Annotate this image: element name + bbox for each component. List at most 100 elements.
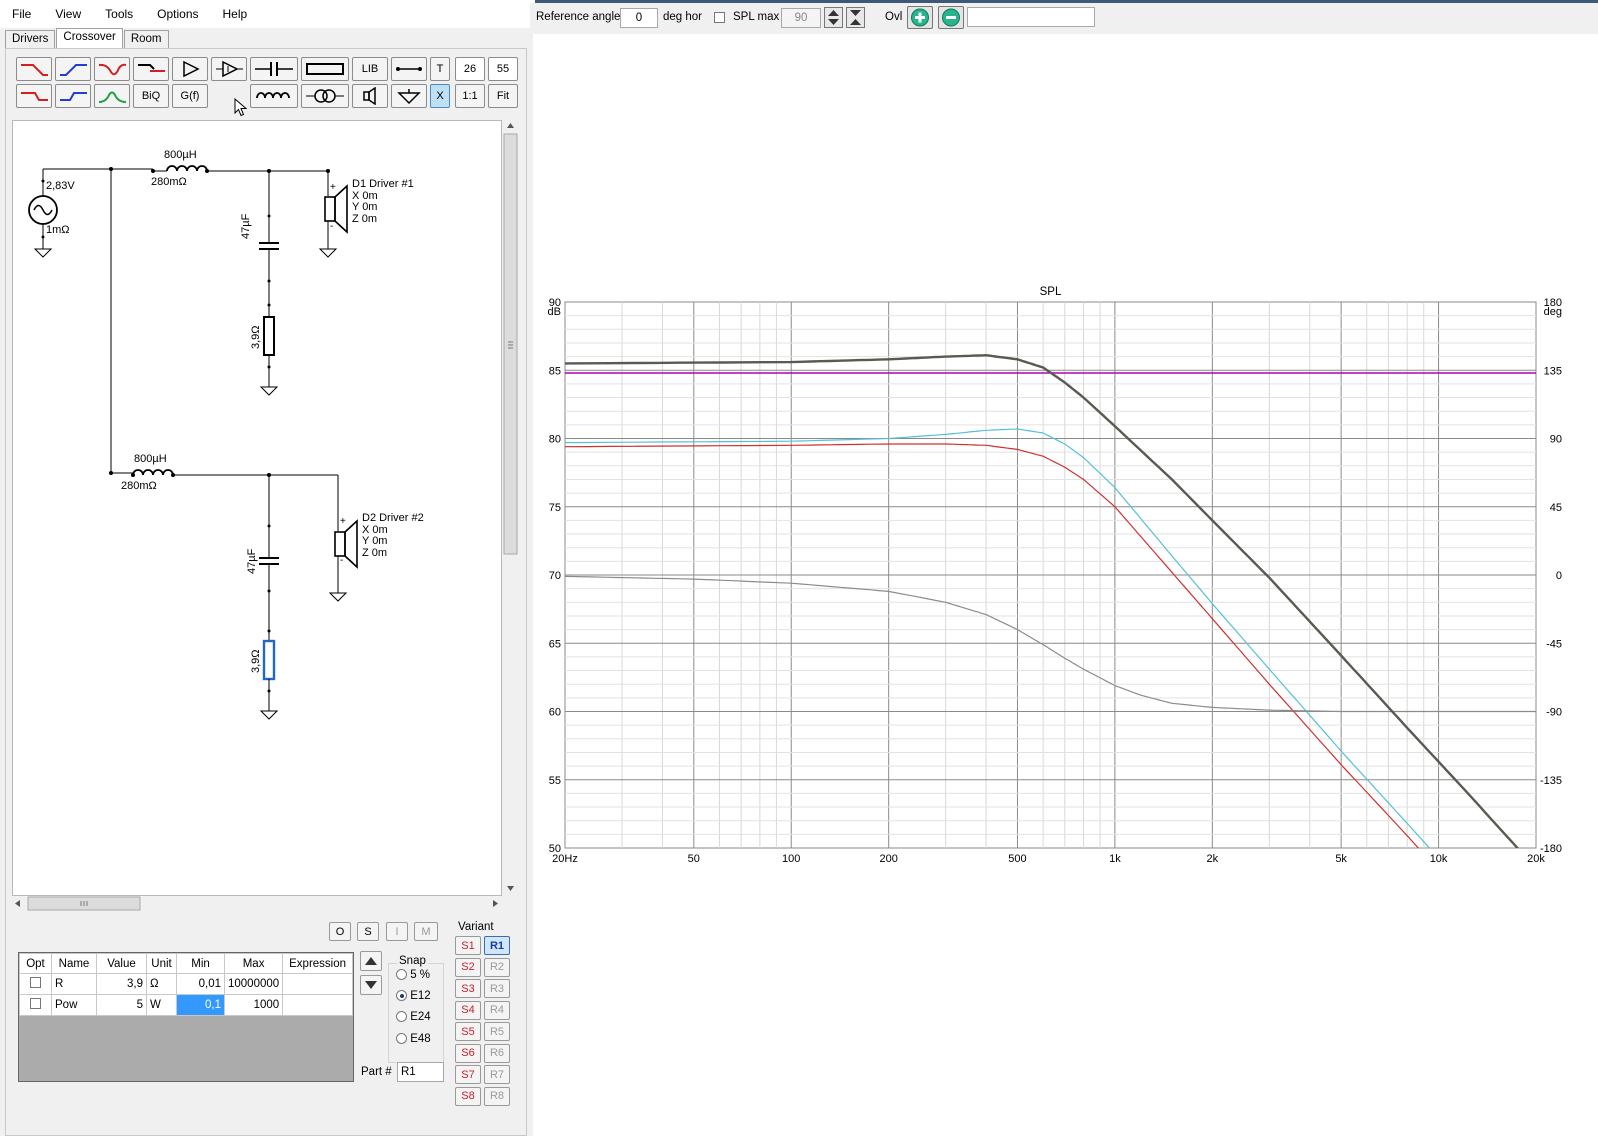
variant-r6-button[interactable]: R6 <box>484 1043 510 1063</box>
radio-button[interactable] <box>396 1011 407 1023</box>
variant-r2-button[interactable]: R2 <box>484 957 510 977</box>
menu-help[interactable]: Help <box>211 7 260 21</box>
mode-m-button[interactable]: M <box>414 922 438 941</box>
ref-angle-field[interactable]: 0 <box>620 8 658 28</box>
param-min[interactable]: 0,01 <box>176 973 225 995</box>
menu-options[interactable]: Options <box>145 7 210 21</box>
x-tick-label: 100 <box>782 853 800 865</box>
delete-toggle-button[interactable]: X <box>430 84 450 108</box>
param-min-selected[interactable]: 0,1 <box>176 994 225 1016</box>
grid-y-field[interactable]: 55 <box>488 57 518 81</box>
d1-z: Z 0m <box>352 212 378 225</box>
lowpass-red-button[interactable] <box>16 57 52 81</box>
part-number-field[interactable]: R1 <box>397 1062 444 1082</box>
spl-max-checkbox[interactable] <box>714 12 725 23</box>
overlay-name-field[interactable] <box>967 7 1095 27</box>
variant-r8-button[interactable]: R8 <box>484 1086 510 1106</box>
radio-button[interactable] <box>396 969 407 981</box>
grid-x-field[interactable]: 26 <box>455 57 485 81</box>
variant-r1-button[interactable]: R1 <box>484 936 510 955</box>
ground-button[interactable] <box>391 84 427 108</box>
move-down-button[interactable] <box>360 975 382 995</box>
variant-s4-button[interactable]: S4 <box>455 1000 481 1020</box>
schematic-vertical-scrollbar[interactable] <box>503 120 518 896</box>
zoom-1-1-button[interactable]: 1:1 <box>455 84 485 108</box>
text-tool-button[interactable]: T <box>430 57 450 81</box>
tab-drivers[interactable]: Drivers <box>5 30 56 49</box>
schematic-horizontal-scrollbar[interactable] <box>12 896 502 911</box>
d2-info[interactable]: D2 Driver #2 X 0m Y 0m Z 0m <box>362 512 424 559</box>
transformer-button[interactable] <box>301 84 349 108</box>
shelf-button[interactable] <box>133 57 169 81</box>
inductor-button[interactable] <box>250 84 298 108</box>
menu-file[interactable]: File <box>0 7 43 21</box>
library-button[interactable]: LIB <box>352 57 388 81</box>
arrow-down-icon <box>365 981 377 989</box>
opt-checkbox[interactable] <box>30 998 41 1009</box>
y2-tick-label: -45 <box>1546 638 1562 650</box>
col-max: Max <box>223 953 284 974</box>
snap-option-e48[interactable]: E48 <box>396 1033 431 1045</box>
tab-room[interactable]: Room <box>123 30 169 49</box>
d1-info[interactable]: D1 Driver #1 X 0m Y 0m Z 0m <box>352 178 414 225</box>
tab-crossover[interactable]: Crossover <box>56 28 123 49</box>
spl-chart[interactable]: SPL20Hz 50 100 200 500 1k 2k 5k 10k 20k5055606570… <box>533 34 1598 1136</box>
spl-up-down-button[interactable] <box>824 7 843 28</box>
param-value[interactable]: 3,9 <box>96 973 147 995</box>
d1-minus-label: - <box>330 221 334 232</box>
add-overlay-button[interactable] <box>907 6 933 29</box>
variant-r4-button[interactable]: R4 <box>484 1000 510 1020</box>
variant-s1-button[interactable]: S1 <box>455 936 481 955</box>
transfer-function-button[interactable]: G(f) <box>172 84 208 108</box>
variant-r7-button[interactable]: R7 <box>484 1065 510 1084</box>
snap-option-e12[interactable]: E12 <box>396 990 431 1002</box>
lowpass-red-2-button[interactable] <box>16 84 52 108</box>
mouse-cursor-icon <box>234 98 248 117</box>
amplifier-button[interactable] <box>172 57 208 81</box>
highpass-blue-button[interactable] <box>55 57 91 81</box>
menu-tools[interactable]: Tools <box>93 7 145 21</box>
radio-button[interactable] <box>396 1033 407 1045</box>
wire-button[interactable] <box>391 57 427 81</box>
bandpass-green-button[interactable] <box>94 84 130 108</box>
radio-button-selected[interactable] <box>396 990 407 1002</box>
variant-s5-button[interactable]: S5 <box>455 1022 481 1041</box>
snap-option-5pct[interactable]: 5 % <box>396 969 430 981</box>
notch-red-button[interactable] <box>94 57 130 81</box>
variant-s6-button[interactable]: S6 <box>455 1043 481 1063</box>
mode-s-button[interactable]: S <box>357 922 379 941</box>
variant-s3-button[interactable]: S3 <box>455 979 481 998</box>
param-value[interactable]: 5 <box>96 994 147 1016</box>
move-up-button[interactable] <box>360 951 382 971</box>
highpass-blue-2-button[interactable] <box>55 84 91 108</box>
schematic-canvas[interactable]: 2,83V 1mΩ 800µH 280mΩ 47µF 3,9Ω + - D1 D… <box>12 120 502 896</box>
fit-button[interactable]: Fit <box>488 84 518 108</box>
param-expression[interactable] <box>282 973 353 995</box>
variant-s7-button[interactable]: S7 <box>455 1065 481 1084</box>
biquad-button[interactable]: BiQ <box>133 84 169 108</box>
variant-s2-button[interactable]: S2 <box>455 957 481 977</box>
buffer-button[interactable] <box>211 57 247 81</box>
variant-s8-button[interactable]: S8 <box>455 1086 481 1106</box>
transformer-icon <box>306 89 344 103</box>
mode-o-button[interactable]: O <box>329 922 351 941</box>
spl-expand-button[interactable] <box>846 7 865 28</box>
snap-option-e24[interactable]: E24 <box>396 1011 431 1023</box>
param-expression[interactable] <box>282 994 353 1016</box>
capacitor-button[interactable] <box>250 57 298 81</box>
opt-checkbox[interactable] <box>30 977 41 988</box>
param-max[interactable]: 1000 <box>223 994 284 1016</box>
tab-strip: Drivers Crossover Room <box>5 28 170 49</box>
remove-overlay-button[interactable] <box>938 6 964 29</box>
ref-angle-label: Reference angle <box>536 11 621 23</box>
x-tick-label: 50 <box>688 853 700 865</box>
resistor-button[interactable] <box>301 57 349 81</box>
y2-tick-label: -135 <box>1540 775 1562 787</box>
menu-view[interactable]: View <box>43 7 93 21</box>
variant-r5-button[interactable]: R5 <box>484 1022 510 1041</box>
mode-i-button[interactable]: I <box>386 922 408 941</box>
param-max[interactable]: 10000000 <box>223 973 284 995</box>
driver-button[interactable] <box>352 84 388 108</box>
variant-r3-button[interactable]: R3 <box>484 979 510 998</box>
spl-max-field[interactable]: 90 <box>781 8 821 28</box>
